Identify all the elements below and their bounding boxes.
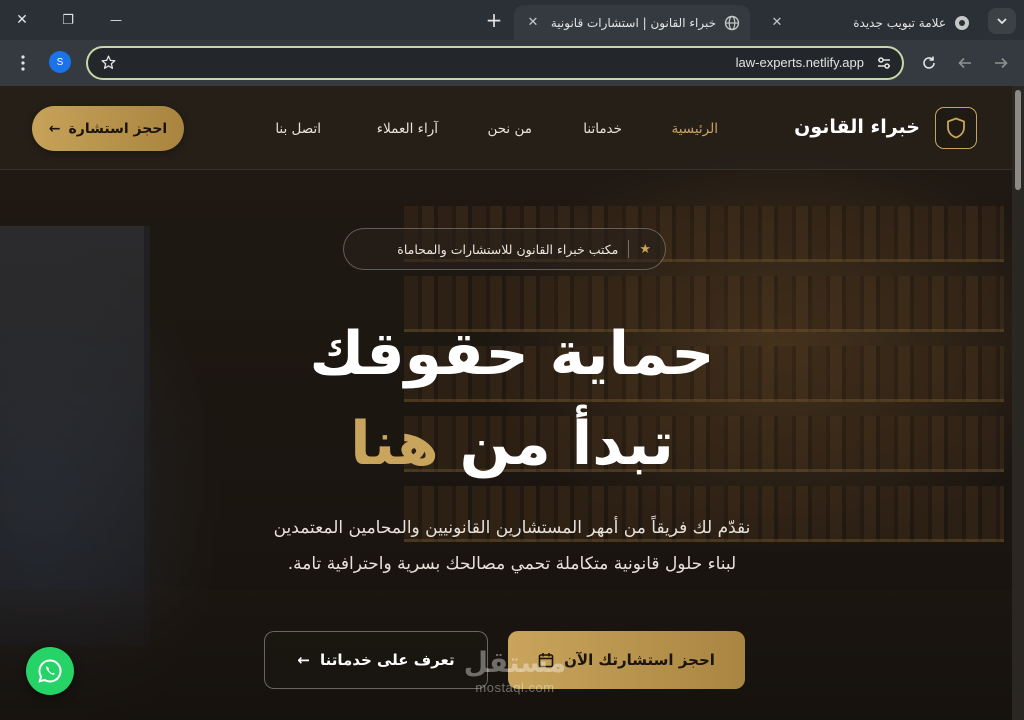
tab-search-button[interactable] [988, 8, 1016, 34]
calendar-icon [538, 653, 554, 668]
nav-link-home[interactable]: الرئيسية [672, 121, 719, 137]
site-header: خبراء القانون الرئيسية خدماتنا من نحن آر… [0, 86, 1024, 170]
site-settings-icon[interactable] [876, 55, 892, 75]
hero-title-gold: هنا [350, 409, 439, 479]
hero-description-line-1: نقدّم لك فريقاً من أمهر المستشارين القان… [273, 518, 751, 538]
book-now-label: احجز استشارتك الآن [564, 651, 715, 669]
window-minimize-button[interactable]: — [102, 9, 130, 31]
tab-close-icon[interactable]: ✕ [768, 15, 786, 30]
logo-text[interactable]: خبراء القانون [794, 116, 920, 138]
hero-badge: ★ مكتب خبراء القانون للاستشارات والمحاما… [343, 228, 666, 270]
menu-dots-icon [21, 55, 25, 71]
browser-tabstrip: ✕ ❐ — + خبراء القانون | استشارات قانونية… [0, 0, 1024, 40]
arrow-left-icon: ← [48, 120, 61, 137]
tab-new-tab[interactable]: علامة تبويب جديدة ✕ [758, 5, 980, 40]
tab-title: خبراء القانون | استشارات قانونية م... [550, 15, 716, 30]
back-icon [958, 57, 971, 69]
window-close-button[interactable]: ✕ [8, 9, 36, 31]
window-restore-button[interactable]: ❐ [54, 9, 82, 31]
forward-icon [995, 57, 1008, 69]
reload-button[interactable] [916, 50, 942, 76]
page-scrollbar[interactable] [1012, 86, 1024, 720]
book-consultation-button[interactable]: احجز استشارة ← [32, 106, 184, 151]
nav-link-about[interactable]: من نحن [487, 121, 532, 137]
tab-close-icon[interactable]: ✕ [524, 15, 542, 30]
address-bar[interactable]: law-experts.netlify.app [86, 46, 904, 80]
restore-icon: ❐ [62, 12, 74, 28]
hero-background-image [0, 86, 1024, 720]
page-viewport: خبراء القانون الرئيسية خدماتنا من نحن آر… [0, 86, 1024, 720]
book-now-button[interactable]: احجز استشارتك الآن [508, 631, 745, 689]
new-tab-button[interactable]: + [480, 8, 508, 32]
badge-text: مكتب خبراء القانون للاستشارات والمحاماة [397, 241, 619, 257]
back-button[interactable] [952, 50, 978, 76]
browser-menu-button[interactable] [10, 50, 36, 76]
dark-overlay [0, 86, 1024, 720]
arrow-left-icon: ← [297, 651, 310, 669]
browser-toolbar: S law-experts.netlify.app [0, 40, 1024, 86]
chrome-icon [954, 15, 970, 31]
shield-icon [947, 117, 965, 139]
tab-active[interactable]: خبراء القانون | استشارات قانونية م... ✕ [514, 5, 750, 40]
whatsapp-button[interactable] [26, 647, 74, 695]
nav-link-testimonials[interactable]: آراء العملاء [377, 121, 438, 137]
globe-icon [724, 15, 740, 31]
scrollbar-thumb[interactable] [1015, 90, 1021, 190]
url-text: law-experts.netlify.app [735, 55, 864, 70]
bookmark-star-icon[interactable] [100, 54, 117, 75]
hero-title-line-2: تبدأ من هنا [0, 414, 1024, 474]
hero-title-white: تبدأ من [459, 409, 674, 479]
forward-button[interactable] [988, 50, 1014, 76]
profile-avatar[interactable]: S [49, 51, 71, 73]
close-icon: ✕ [16, 12, 28, 28]
nav-link-contact[interactable]: اتصل بنا [275, 121, 321, 137]
services-button[interactable]: تعرف على خدماتنا ← [264, 631, 488, 689]
book-consultation-label: احجز استشارة [68, 120, 168, 137]
hero-title-line-1: حماية حقوقك [309, 319, 715, 389]
logo-badge[interactable] [935, 107, 977, 149]
whatsapp-icon [38, 659, 62, 683]
star-icon: ★ [639, 241, 651, 257]
tab-title: علامة تبويب جديدة [853, 15, 946, 30]
reload-icon [923, 56, 935, 69]
chevron-down-icon [997, 18, 1007, 25]
minimize-icon: — [110, 13, 122, 27]
badge-divider [628, 240, 630, 258]
hero-description-line-2: لبناء حلول قانونية متكاملة تحمي مصالحك ب… [287, 554, 737, 574]
nav-link-services[interactable]: خدماتنا [583, 121, 622, 137]
services-label: تعرف على خدماتنا [319, 651, 455, 669]
plus-icon: + [485, 8, 503, 32]
